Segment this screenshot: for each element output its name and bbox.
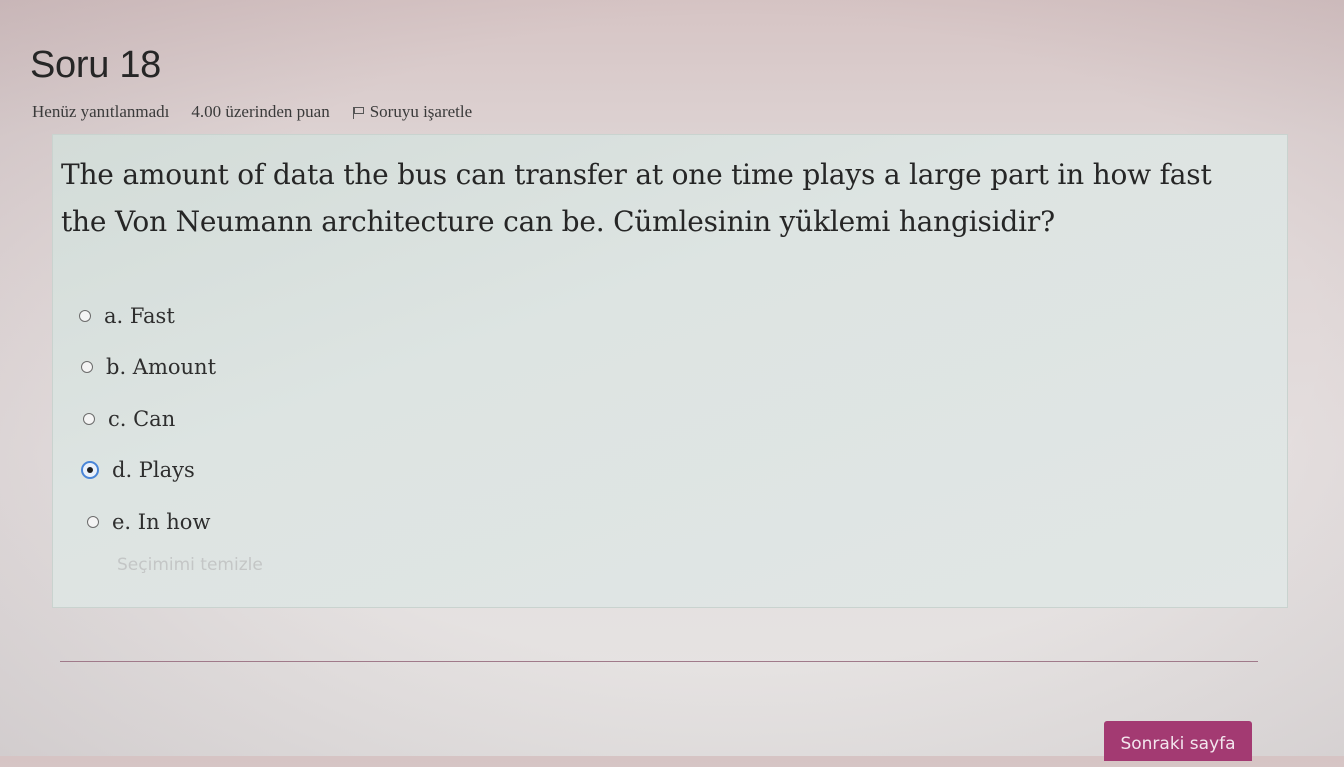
question-status: Henüz yanıtlanmadı — [32, 102, 170, 121]
answer-option-b[interactable]: b. Amount — [77, 342, 216, 394]
answer-option-a[interactable]: a. Fast — [77, 290, 216, 342]
radio-d[interactable] — [81, 461, 99, 480]
flag-question-link[interactable]: Soruyu işaretle — [352, 102, 472, 122]
answer-option-c[interactable]: c. Can — [77, 393, 216, 445]
answer-label-a: a. Fast — [104, 303, 175, 328]
divider — [60, 661, 1258, 662]
answer-list: a. Fast b. Amount c. Can d. Plays e. In … — [77, 290, 216, 548]
answer-option-e[interactable]: e. In how — [77, 496, 216, 548]
question-info: Henüz yanıtlanmadı 4.00 üzerinden puan S… — [32, 102, 472, 122]
answer-label-d: d. Plays — [112, 458, 195, 483]
flag-question-label: Soruyu işaretle — [369, 102, 473, 121]
radio-c[interactable] — [83, 412, 95, 425]
question-content: The amount of data the bus can transfer … — [52, 134, 1288, 608]
radio-b[interactable] — [81, 361, 93, 374]
flag-icon — [352, 106, 364, 119]
question-points: 4.00 üzerinden puan — [191, 102, 330, 121]
answer-label-e: e. In how — [112, 509, 211, 534]
clear-choice-link[interactable]: Seçimimi temizle — [117, 555, 263, 575]
question-title: Soru 18 — [30, 44, 161, 86]
next-page-button[interactable]: Sonraki sayfa — [1104, 721, 1252, 761]
answer-label-b: b. Amount — [106, 355, 217, 380]
question-text: The amount of data the bus can transfer … — [61, 158, 1212, 238]
radio-e[interactable] — [87, 515, 99, 528]
answer-label-c: c. Can — [108, 406, 176, 431]
answer-option-d[interactable]: d. Plays — [77, 445, 216, 497]
radio-a[interactable] — [79, 309, 91, 322]
